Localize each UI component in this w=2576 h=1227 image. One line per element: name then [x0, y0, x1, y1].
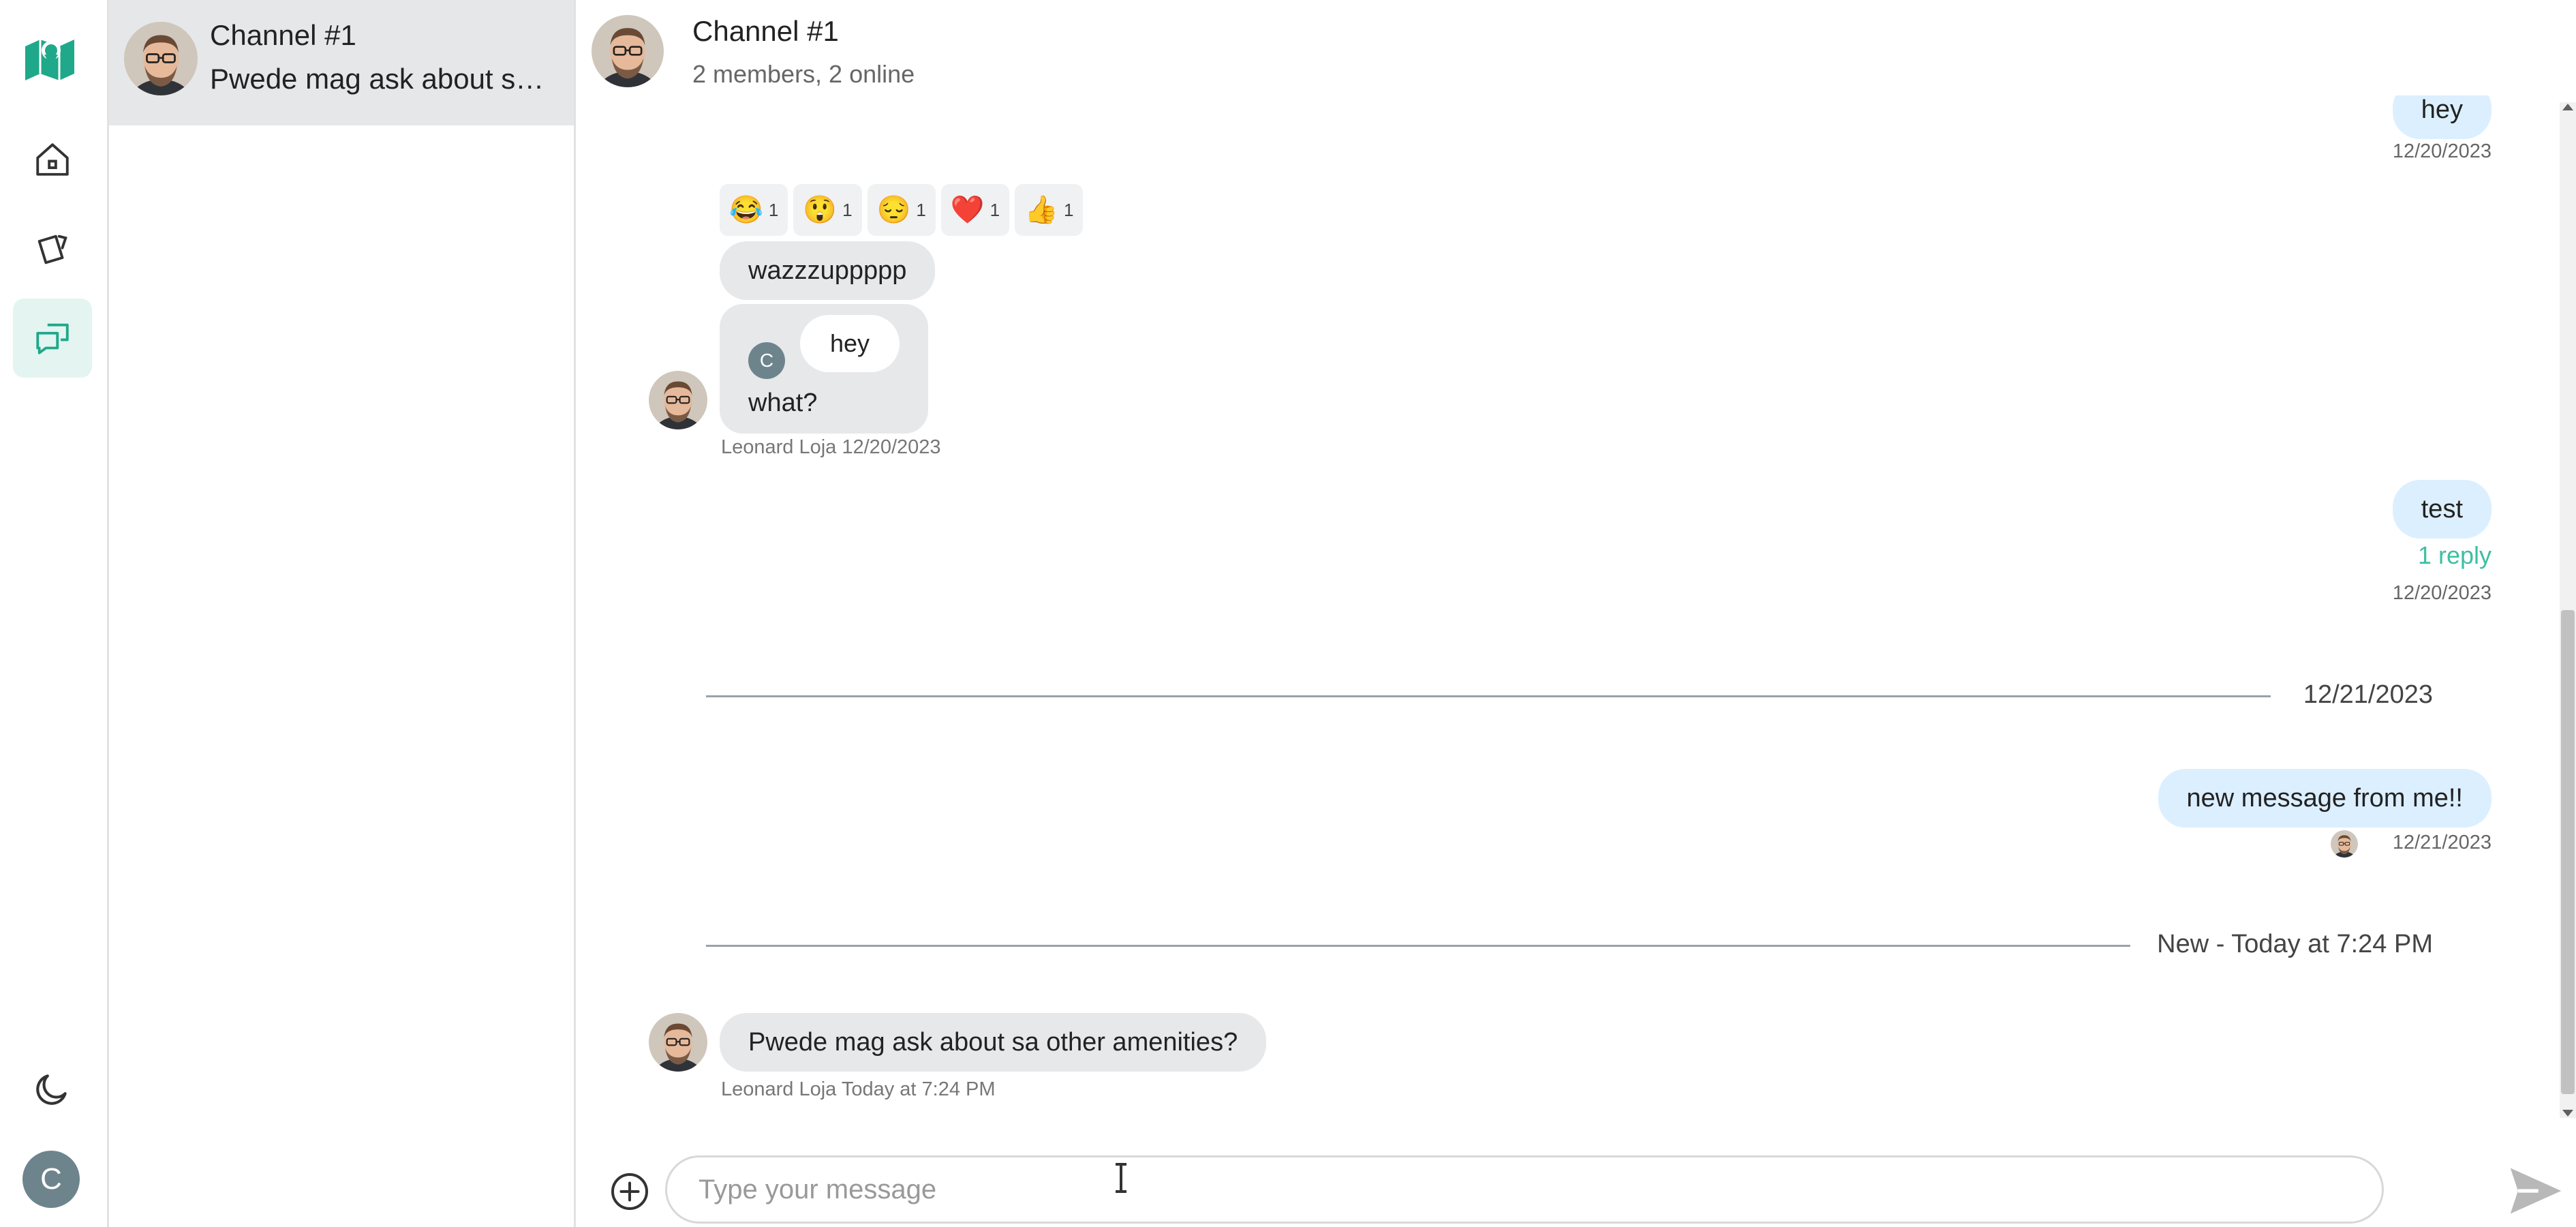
scroll-thumb[interactable]: [2561, 610, 2575, 1094]
reaction-emoji: 😂: [729, 195, 763, 225]
reaction-chip[interactable]: 😔 1: [867, 184, 936, 236]
message-composer[interactable]: [665, 1155, 2384, 1224]
reaction-count: 1: [1063, 199, 1074, 220]
user-avatar[interactable]: C: [22, 1151, 80, 1208]
nav-bookings[interactable]: [13, 210, 92, 289]
send-icon[interactable]: [2505, 1163, 2566, 1219]
sender-avatar[interactable]: [649, 1013, 707, 1072]
chat-icon: [36, 323, 69, 354]
chat-panel: Channel #1 2 members, 2 online hey 12/20…: [578, 0, 2576, 1227]
bookings-icon: [37, 234, 67, 264]
message-bubble-outgoing[interactable]: hey: [2392, 95, 2491, 139]
channel-list-item[interactable]: Channel #1 Pwede mag ask about sa other …: [109, 0, 574, 125]
thread-reply-link[interactable]: 1 reply: [2418, 541, 2491, 570]
date-divider-label: 12/21/2023: [2303, 680, 2433, 709]
message-meta: Leonard Loja 12/20/2023: [721, 436, 941, 458]
text-cursor-icon: [1116, 1163, 1126, 1193]
chat-title: Channel #1: [692, 15, 839, 47]
message-bubble-incoming[interactable]: Pwede mag ask about sa other amenities?: [720, 1013, 1267, 1072]
reaction-count: 1: [990, 199, 1000, 220]
scroll-down-arrow-icon[interactable]: [2562, 1110, 2573, 1117]
message-timestamp: 12/21/2023: [2392, 832, 2491, 853]
reaction-emoji: 😲: [803, 195, 838, 225]
date-divider-line: [706, 695, 2271, 697]
sender-avatar[interactable]: [649, 371, 707, 429]
reaction-emoji: 😔: [876, 195, 911, 225]
new-messages-divider-line: [706, 945, 2130, 947]
message-timestamp: 12/20/2023: [2392, 582, 2491, 604]
channel-avatar: [124, 22, 198, 95]
moon-icon[interactable]: [30, 1069, 72, 1111]
reaction-count: 1: [842, 199, 853, 220]
nav-home[interactable]: [13, 120, 92, 199]
add-attachment-icon[interactable]: [609, 1171, 650, 1212]
read-receipt-avatar: [2331, 830, 2358, 858]
message-list: hey 12/20/2023 😂 1 😲 1 😔 1 ❤️ 1 👍 1 wazzzuppp…: [578, 95, 2576, 1118]
reaction-chip[interactable]: 👍 1: [1015, 184, 1084, 236]
message-input[interactable]: [697, 1157, 2333, 1222]
message-meta: Leonard Loja Today at 7:24 PM: [721, 1078, 996, 1100]
message-scrollbar[interactable]: [2560, 102, 2576, 1118]
reaction-count: 1: [768, 199, 779, 220]
map-logo-icon[interactable]: [22, 33, 77, 82]
reaction-bar: 😂 1 😲 1 😔 1 ❤️ 1 👍 1: [720, 184, 1084, 236]
reaction-emoji: ❤️: [950, 195, 985, 225]
quoted-message[interactable]: hey: [800, 315, 900, 372]
app-rail: C: [0, 0, 109, 1227]
message-bubble-reply[interactable]: C hey what?: [720, 304, 928, 434]
nav-chat[interactable]: [13, 299, 92, 378]
chat-subtitle: 2 members, 2 online: [692, 60, 915, 88]
reaction-chip[interactable]: ❤️ 1: [940, 184, 1010, 236]
reaction-emoji: 👍: [1024, 195, 1058, 225]
reaction-chip[interactable]: 😲 1: [793, 184, 862, 236]
channel-list: Channel #1 Pwede mag ask about sa other …: [109, 0, 576, 1227]
channel-preview: Pwede mag ask about sa other amenities?: [210, 63, 557, 95]
new-messages-divider-label: New - Today at 7:24 PM: [2157, 930, 2433, 958]
home-icon: [36, 143, 69, 176]
message-timestamp: 12/20/2023: [2392, 140, 2491, 162]
header-avatar: [592, 15, 664, 87]
message-bubble-outgoing[interactable]: new message from me!!: [2158, 769, 2491, 828]
message-text: what?: [748, 389, 818, 417]
scroll-up-arrow-icon[interactable]: [2562, 104, 2573, 110]
quoted-user-avatar: C: [748, 342, 785, 379]
reaction-count: 1: [916, 199, 926, 220]
message-bubble-outgoing[interactable]: test: [2392, 480, 2491, 539]
reaction-chip[interactable]: 😂 1: [720, 184, 788, 236]
channel-name: Channel #1: [210, 19, 356, 51]
message-bubble-incoming[interactable]: wazzzuppppp: [720, 241, 936, 300]
